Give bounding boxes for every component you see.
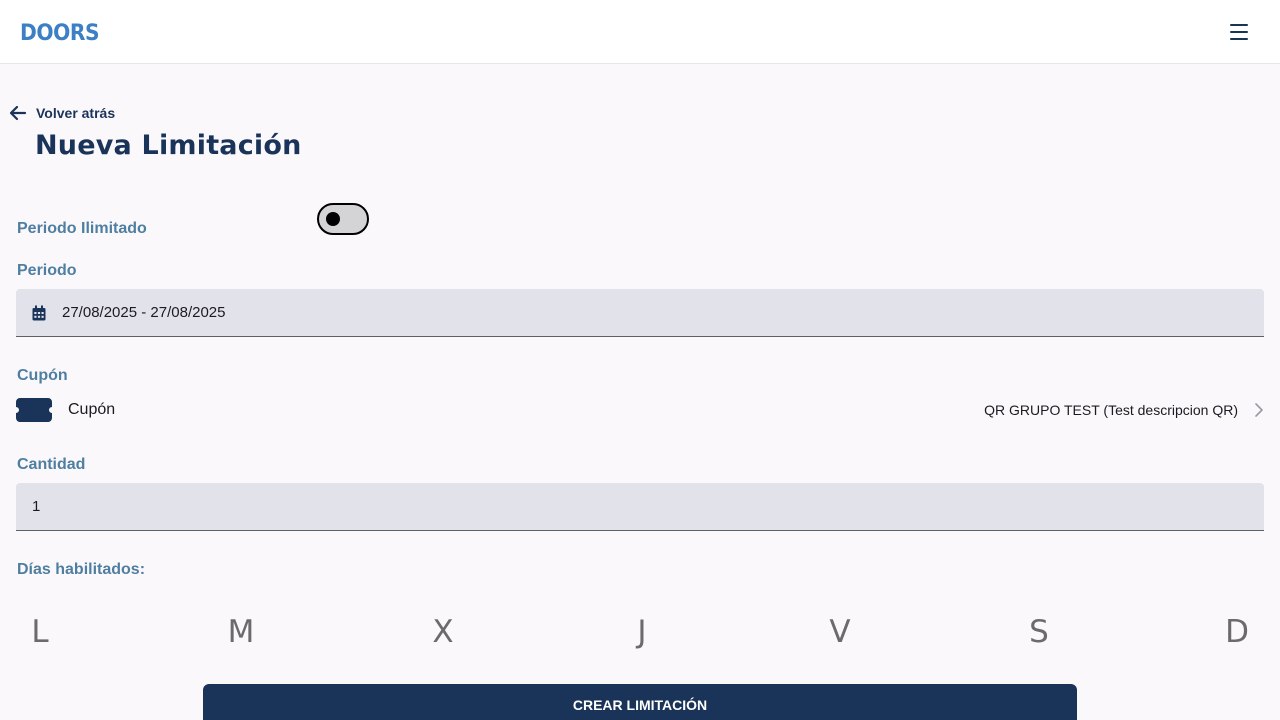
day-toggle-thursday[interactable]: J	[620, 612, 664, 652]
period-label: Periodo	[17, 262, 77, 279]
back-button[interactable]: Volver atrás	[8, 102, 115, 124]
quantity-label: Cantidad	[17, 456, 86, 473]
day-toggle-saturday[interactable]: S	[1017, 612, 1061, 652]
quantity-field[interactable]: 1	[16, 483, 1264, 531]
coupon-section-label: Cupón	[17, 367, 68, 384]
day-toggle-sunday[interactable]: D	[1215, 612, 1259, 652]
period-value: 27/08/2025 - 27/08/2025	[62, 304, 226, 321]
arrow-left-icon	[9, 105, 27, 121]
calendar-icon	[32, 305, 46, 321]
day-toggle-wednesday[interactable]: X	[421, 612, 465, 652]
back-label: Volver atrás	[36, 105, 116, 121]
period-date-range-field[interactable]: 27/08/2025 - 27/08/2025	[16, 289, 1264, 337]
day-toggle-monday[interactable]: L	[18, 612, 62, 652]
unlimited-period-toggle[interactable]	[317, 203, 369, 235]
enabled-days-label: Días habilitados:	[17, 561, 146, 578]
page-title: Nueva Limitación	[35, 130, 302, 161]
create-limitation-button[interactable]: CREAR LIMITACIÓN	[203, 684, 1077, 720]
chevron-right-icon	[1255, 403, 1263, 417]
quantity-value: 1	[32, 498, 41, 515]
top-app-bar: DOORS	[0, 0, 1280, 64]
unlimited-period-label: Periodo Ilimitado	[17, 220, 147, 237]
doors-logo[interactable]: DOORS	[20, 22, 100, 46]
hamburger-menu-icon[interactable]	[1226, 20, 1252, 44]
coupon-selected-value: QR GRUPO TEST (Test descripcion QR)	[984, 402, 1238, 418]
coupon-selector[interactable]: Cupón QR GRUPO TEST (Test descripcion QR…	[16, 394, 1264, 426]
coupon-name: Cupón	[68, 401, 116, 418]
toggle-knob	[326, 212, 340, 226]
ticket-icon	[16, 398, 52, 422]
day-toggle-friday[interactable]: V	[818, 612, 862, 652]
day-toggle-tuesday[interactable]: M	[219, 612, 263, 652]
